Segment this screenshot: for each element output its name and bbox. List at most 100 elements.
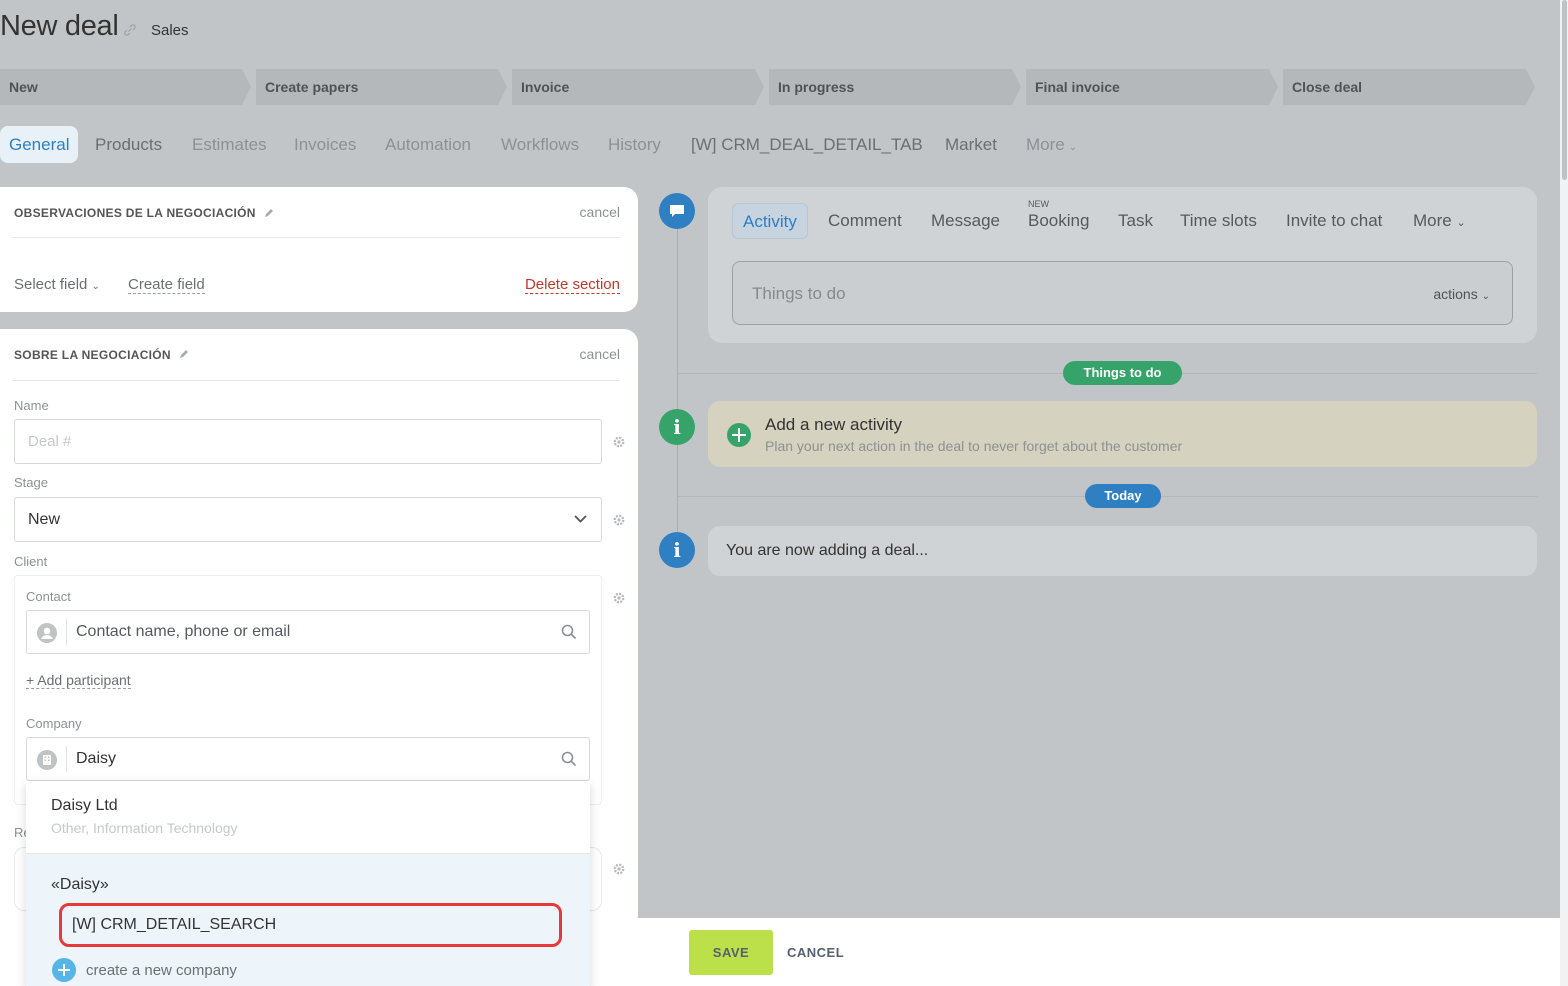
save-button[interactable]: SAVE — [689, 930, 773, 975]
add-activity-card[interactable]: Add a new activity Plan your next action… — [708, 401, 1537, 467]
cancel-button[interactable]: CANCEL — [787, 930, 844, 975]
gear-icon[interactable] — [612, 862, 626, 876]
activity-tab-booking[interactable]: Booking — [1028, 203, 1089, 239]
activity-tab-comment[interactable]: Comment — [828, 203, 902, 239]
gear-icon[interactable] — [612, 435, 626, 449]
company-label: Company — [26, 716, 82, 731]
stage-value: New — [28, 511, 61, 528]
add-activity-desc: Plan your next action in the deal to nev… — [765, 438, 1183, 454]
add-participant-label: + Add participant — [26, 672, 131, 689]
stage-new[interactable]: New — [0, 69, 251, 105]
contact-label: Contact — [26, 589, 71, 604]
name-label: Name — [14, 398, 49, 413]
tab-automation[interactable]: Automation — [385, 126, 471, 163]
company-result-meta: Other, Information Technology — [51, 820, 238, 836]
section-title: SOBRE LA NEGOCIACIÓN — [14, 348, 171, 362]
divider — [12, 237, 620, 238]
actions-label: actions — [1433, 286, 1478, 302]
todo-placeholder: Things to do — [752, 284, 846, 303]
activity-tab-activity[interactable]: Activity — [732, 203, 808, 239]
now-adding-text: You are now adding a deal... — [726, 542, 929, 559]
divider — [66, 746, 67, 772]
divider — [66, 619, 67, 645]
stage-bar: New Create papers Invoice In progress Fi… — [0, 69, 1540, 105]
scrollbar-thumb[interactable] — [1562, 0, 1567, 180]
gear-icon[interactable] — [612, 591, 626, 605]
delete-section-link[interactable]: Delete section — [524, 276, 620, 294]
select-field-label: Select field — [14, 276, 88, 293]
chevron-down-icon: ⌄ — [1456, 217, 1466, 229]
page-title: New deal — [0, 10, 119, 42]
section-title: OBSERVACIONES DE LA NEGOCIACIÓN — [14, 206, 256, 220]
stage-final-invoice[interactable]: Final invoice — [1026, 69, 1278, 105]
cancel-link[interactable]: cancel — [580, 346, 620, 362]
link-icon[interactable] — [122, 22, 138, 38]
chevron-down-icon: ⌄ — [1481, 291, 1490, 302]
stage-invoice[interactable]: Invoice — [512, 69, 764, 105]
things-to-do-pill: Things to do — [1063, 361, 1182, 385]
company-building-icon — [37, 750, 57, 770]
add-activity-title: Add a new activity — [765, 415, 903, 434]
chevron-down-icon: ⌄ — [1068, 142, 1078, 153]
edit-icon[interactable] — [263, 207, 275, 219]
tab-more-label: More — [1026, 135, 1065, 154]
section-observaciones: OBSERVACIONES DE LA NEGOCIACIÓN cancel S… — [0, 187, 638, 312]
stage-label: Stage — [14, 475, 48, 490]
stage-in-progress[interactable]: In progress — [769, 69, 1021, 105]
search-icon[interactable] — [561, 624, 577, 640]
activity-tab-more[interactable]: More ⌄ — [1413, 203, 1466, 239]
company-result-name: Daisy Ltd — [51, 797, 118, 814]
add-participant-link[interactable]: + Add participant — [26, 672, 131, 689]
plus-icon[interactable] — [52, 958, 76, 982]
company-value: Daisy — [76, 750, 117, 767]
company-input[interactable]: Daisy — [26, 737, 590, 781]
tab-crm-deal-detail[interactable]: [W] CRM_DEAL_DETAIL_TAB — [691, 126, 923, 163]
client-label: Client — [14, 554, 48, 569]
category-label[interactable]: Sales — [151, 22, 189, 39]
contact-avatar-icon — [37, 623, 57, 643]
tab-market[interactable]: Market — [945, 126, 997, 163]
divider — [12, 380, 620, 381]
name-input[interactable]: Deal # — [14, 419, 602, 464]
search-icon[interactable] — [561, 751, 577, 767]
activity-tab-time-slots[interactable]: Time slots — [1180, 203, 1257, 239]
tab-products[interactable]: Products — [95, 126, 162, 163]
create-new-company-link[interactable]: create a new company — [86, 962, 237, 979]
activity-tab-invite-to-chat[interactable]: Invite to chat — [1286, 203, 1382, 239]
activity-editor: Activity Comment Message NEW Booking Tas… — [708, 187, 1537, 343]
stage-close-deal[interactable]: Close deal — [1283, 69, 1535, 105]
today-pill: Today — [1085, 484, 1161, 508]
edit-icon[interactable] — [178, 348, 190, 360]
chevron-down-icon — [574, 515, 587, 523]
tab-history[interactable]: History — [608, 126, 661, 163]
stage-create-papers[interactable]: Create papers — [256, 69, 507, 105]
search-query: «Daisy» — [51, 876, 109, 893]
gear-icon[interactable] — [612, 513, 626, 527]
activity-tab-task[interactable]: Task — [1118, 203, 1153, 239]
scrollbar[interactable] — [1560, 0, 1568, 986]
stage-select[interactable]: New — [14, 497, 602, 542]
contact-input[interactable]: Contact name, phone or email — [26, 610, 590, 654]
company-result-item[interactable]: Daisy Ltd Other, Information Technology — [26, 781, 590, 853]
activity-more-label: More — [1413, 211, 1452, 230]
actions-dropdown[interactable]: actions ⌄ — [1433, 286, 1490, 302]
select-field-dropdown[interactable]: Select field ⌄ — [14, 276, 100, 293]
now-adding-card: You are now adding a deal... — [708, 526, 1537, 576]
chevron-down-icon: ⌄ — [91, 281, 100, 292]
todo-input[interactable]: Things to do actions ⌄ — [732, 261, 1513, 325]
timeline-line — [677, 212, 678, 552]
company-search-dropdown: Daisy Ltd Other, Information Technology … — [26, 781, 590, 986]
tab-invoices[interactable]: Invoices — [294, 126, 356, 163]
plus-icon[interactable] — [727, 423, 751, 447]
activity-tab-message[interactable]: Message — [931, 203, 1000, 239]
info-icon: i — [659, 532, 695, 568]
create-field-link[interactable]: Create field — [128, 276, 205, 294]
tab-estimates[interactable]: Estimates — [192, 126, 267, 163]
contact-placeholder: Contact name, phone or email — [76, 623, 291, 640]
chat-icon — [659, 193, 695, 229]
tab-workflows[interactable]: Workflows — [501, 126, 579, 163]
highlight-box — [59, 903, 562, 947]
tab-general[interactable]: General — [0, 126, 79, 163]
cancel-link[interactable]: cancel — [580, 204, 620, 220]
tab-more[interactable]: More ⌄ — [1026, 126, 1077, 163]
